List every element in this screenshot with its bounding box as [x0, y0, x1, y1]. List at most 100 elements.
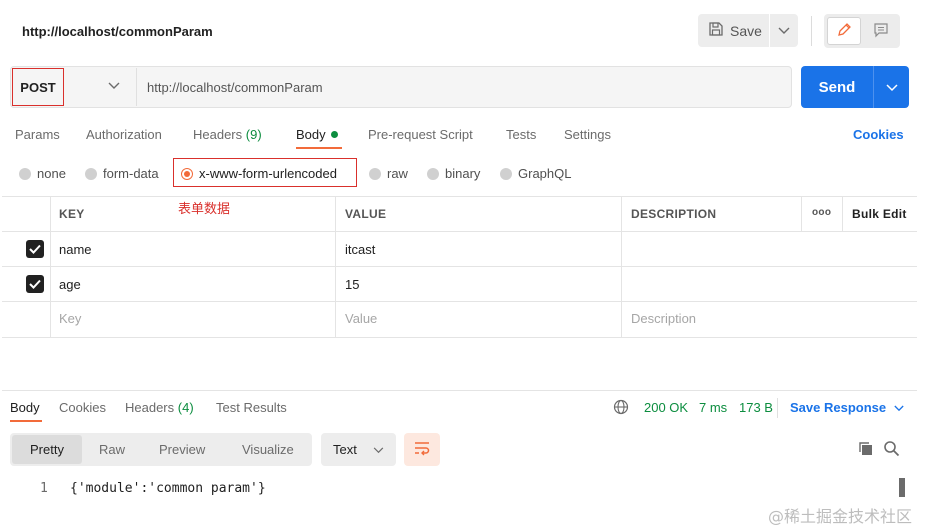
new-key-input[interactable]: Key	[59, 311, 81, 326]
tab-tests[interactable]: Tests	[506, 127, 536, 142]
table-divider	[335, 197, 336, 338]
column-header-value: VALUE	[345, 207, 387, 221]
params-table: KEY VALUE DESCRIPTION ooo Bulk Edit name…	[2, 196, 917, 338]
pencil-icon	[836, 22, 852, 41]
comment-icon	[873, 22, 889, 41]
response-tab-test-results[interactable]: Test Results	[216, 400, 287, 415]
tab-authorization[interactable]: Authorization	[86, 127, 162, 142]
comments-button[interactable]	[864, 17, 898, 45]
row-checkbox[interactable]	[26, 275, 44, 293]
highlight-box	[173, 158, 357, 187]
language-label: Text	[333, 442, 357, 457]
wrap-lines-icon	[413, 440, 431, 459]
table-divider	[2, 337, 917, 338]
copy-icon[interactable]	[858, 441, 874, 460]
column-header-key: KEY	[59, 207, 85, 221]
response-scrollbar[interactable]	[899, 478, 905, 497]
response-divider	[2, 390, 917, 391]
radio-label: form-data	[103, 166, 159, 181]
table-divider	[2, 266, 917, 267]
tab-headers-label: Headers	[193, 127, 243, 142]
code-line-number: 1	[40, 481, 48, 496]
radio-binary[interactable]: binary	[427, 166, 480, 181]
response-tab-headers-label: Headers	[125, 400, 175, 415]
url-divider	[136, 68, 137, 106]
table-divider	[621, 197, 622, 338]
tab-prerequest-script[interactable]: Pre-request Script	[368, 127, 473, 142]
search-icon[interactable]	[883, 440, 900, 460]
new-value-input[interactable]: Value	[345, 311, 377, 326]
table-divider	[801, 197, 802, 231]
tab-params[interactable]: Params	[15, 127, 60, 142]
radio-none[interactable]: none	[19, 166, 66, 181]
response-tab-indicator	[10, 420, 42, 422]
url-bar	[10, 66, 792, 108]
radio-label: raw	[387, 166, 408, 181]
more-options-icon[interactable]: ooo	[812, 207, 831, 218]
watermark: @稀土掘金技术社区	[768, 507, 913, 526]
language-select[interactable]: Text	[321, 433, 396, 466]
chevron-down-icon	[885, 80, 898, 95]
edit-button[interactable]	[827, 17, 861, 45]
response-tab-body[interactable]: Body	[10, 400, 40, 415]
save-options-button[interactable]	[770, 23, 798, 38]
status-code[interactable]: 200 OK	[644, 400, 688, 415]
chevron-down-icon	[894, 400, 904, 415]
response-time[interactable]: 7 ms	[699, 400, 727, 415]
row-value[interactable]: 15	[345, 277, 359, 292]
toolbar-divider	[811, 16, 812, 46]
globe-icon[interactable]	[613, 399, 629, 418]
radio-dot	[500, 167, 512, 180]
response-body-code[interactable]: {'module':'common param'}	[70, 481, 266, 496]
chevron-down-icon	[373, 442, 384, 457]
wrap-lines-button[interactable]	[404, 433, 440, 466]
save-label: Save	[730, 22, 762, 39]
response-tab-headers[interactable]: Headers (4)	[125, 400, 194, 415]
radio-label: none	[37, 166, 66, 181]
row-key[interactable]: age	[59, 277, 81, 292]
table-divider	[50, 197, 51, 338]
format-pretty-button[interactable]: Pretty	[12, 435, 82, 464]
radio-dot	[19, 167, 31, 180]
headers-count: (9)	[245, 127, 262, 142]
format-visualize-button[interactable]: Visualize	[242, 442, 294, 457]
cookies-link[interactable]: Cookies	[853, 127, 904, 142]
chevron-down-icon[interactable]	[108, 78, 120, 93]
radio-raw[interactable]: raw	[369, 166, 408, 181]
radio-dot	[427, 167, 439, 180]
radio-form-data[interactable]: form-data	[85, 166, 159, 181]
response-headers-count: (4)	[177, 400, 194, 415]
save-response-label: Save Response	[790, 400, 887, 415]
save-icon	[708, 21, 724, 40]
send-options-button[interactable]	[874, 80, 909, 95]
request-title[interactable]: http://localhost/commonParam	[22, 24, 213, 39]
send-button[interactable]: Send	[801, 79, 873, 96]
save-button-group: Save	[698, 14, 798, 47]
table-divider	[842, 197, 843, 231]
tab-body[interactable]: Body	[296, 127, 338, 142]
response-tab-cookies[interactable]: Cookies	[59, 400, 106, 415]
save-button[interactable]: Save	[698, 14, 770, 47]
save-response-button[interactable]: Save Response	[790, 400, 904, 415]
url-input[interactable]: http://localhost/commonParam	[147, 80, 323, 95]
tab-settings[interactable]: Settings	[564, 127, 611, 142]
radio-dot	[85, 167, 97, 180]
radio-label: GraphQL	[518, 166, 572, 181]
format-preview-button[interactable]: Preview	[159, 442, 205, 457]
method-select[interactable]: POST	[12, 68, 64, 106]
row-value[interactable]: itcast	[345, 242, 375, 257]
radio-graphql[interactable]: GraphQL	[500, 166, 571, 181]
column-header-description: DESCRIPTION	[631, 207, 717, 221]
tab-body-label: Body	[296, 127, 326, 142]
bulk-edit-button[interactable]: Bulk Edit	[852, 207, 907, 221]
new-description-input[interactable]: Description	[631, 311, 696, 326]
response-size[interactable]: 173 B	[739, 400, 773, 415]
row-checkbox[interactable]	[26, 240, 44, 258]
row-key[interactable]: name	[59, 242, 92, 257]
tab-headers[interactable]: Headers (9)	[193, 127, 262, 142]
send-button-group: Send	[801, 66, 909, 108]
format-raw-button[interactable]: Raw	[99, 442, 125, 457]
radio-dot	[369, 167, 381, 180]
chevron-down-icon	[778, 23, 790, 38]
status-divider	[777, 398, 778, 418]
